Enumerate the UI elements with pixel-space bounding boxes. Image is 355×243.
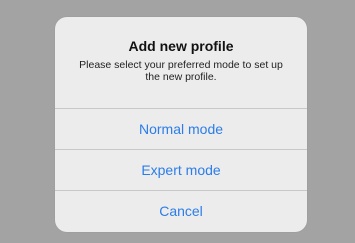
add-profile-alert-dialog: Add new profile Please select your prefe…	[55, 17, 307, 232]
alert-message: Please select your preferred mode to set…	[79, 59, 283, 83]
alert-title: Add new profile	[128, 38, 234, 54]
cancel-button[interactable]: Cancel	[55, 191, 307, 231]
alert-header: Add new profile Please select your prefe…	[55, 17, 307, 108]
expert-mode-button[interactable]: Expert mode	[55, 150, 307, 190]
normal-mode-button[interactable]: Normal mode	[55, 109, 307, 149]
